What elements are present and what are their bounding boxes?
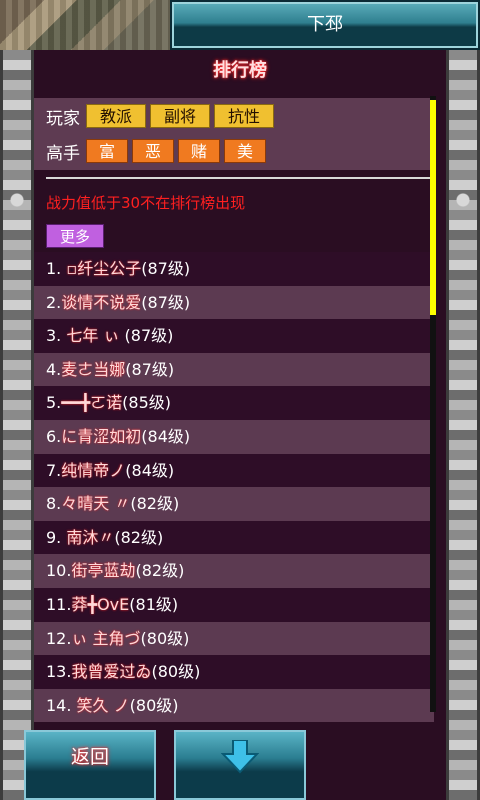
player-name: 谈情不说爱	[61, 292, 142, 312]
player-level: (84级)	[125, 460, 175, 480]
player-label: 玩家	[46, 109, 80, 129]
ranking-row[interactable]: 4.麦ㄜ当娜(87级)	[34, 352, 434, 387]
player-level: (85级)	[122, 393, 172, 413]
player-name: 莽╋OvE	[71, 594, 130, 614]
ranking-row[interactable]: 3. 七年 ぃ (87级)	[34, 319, 434, 353]
rank-number: 9.	[46, 527, 62, 547]
player-level: (80级)	[129, 695, 179, 715]
player-level: (82级)	[130, 494, 180, 514]
ranking-row[interactable]: 10.街亭蓝劫(82级)	[34, 554, 434, 588]
ranking-row[interactable]: 2.谈情不说爱(87级)	[34, 285, 434, 320]
rank-number: 1.	[46, 259, 62, 278]
rank-number: 10.	[46, 561, 72, 581]
ranking-row[interactable]: 6.に青涩如初(84级)	[34, 419, 434, 454]
rank-number: 12.	[46, 628, 72, 648]
filter-deputy-button[interactable]: 副将	[150, 104, 210, 128]
rank-number: 3.	[46, 326, 62, 346]
player-level: (81级)	[129, 594, 179, 614]
rank-number: 14.	[46, 695, 72, 715]
rank-number: 13.	[46, 662, 72, 682]
player-level: (80级)	[140, 628, 190, 648]
filter-gamble-button[interactable]: 赌	[178, 139, 220, 163]
player-level: (87级)	[124, 326, 174, 346]
ranking-notice: 战力值低于30不在排行榜出现	[46, 194, 246, 212]
player-name: 我曾爱过ゐ	[71, 662, 152, 682]
player-name: ━━╋ㄛ诺	[61, 393, 123, 413]
more-button[interactable]: 更多	[46, 224, 104, 248]
rank-number: 2.	[46, 292, 62, 312]
divider	[46, 177, 432, 179]
rank-number: 6.	[46, 426, 62, 446]
player-name: 麦ㄜ当娜	[61, 359, 126, 379]
ranking-row[interactable]: 7.纯情帝ノ(84级)	[34, 453, 434, 488]
back-button-label: 返回	[70, 746, 109, 768]
player-level: (80级)	[151, 662, 201, 682]
ranking-row[interactable]: 8.々晴天 〃(82级)	[34, 487, 434, 521]
filter-evil-button[interactable]: 恶	[132, 139, 174, 163]
ranking-row[interactable]: 1. ▫纤尘公子(87级)	[34, 252, 434, 286]
scrollbar-thumb[interactable]	[430, 100, 436, 315]
back-button[interactable]: 返回	[24, 730, 156, 800]
filter-beauty-button[interactable]: 美	[224, 139, 266, 163]
player-name: ▫纤尘公子	[66, 259, 142, 278]
ranking-row[interactable]: 5.━━╋ㄛ诺(85级)	[34, 386, 434, 420]
player-level: (82级)	[135, 561, 185, 581]
rank-number: 7.	[46, 460, 62, 480]
ranking-row[interactable]: 11.莽╋OvE(81级)	[34, 587, 434, 622]
filter-sect-button[interactable]: 教派	[86, 104, 146, 128]
right-ornament-border	[446, 50, 480, 800]
player-name: 纯情帝ノ	[61, 460, 126, 480]
player-level: (84级)	[141, 426, 191, 446]
ranking-row[interactable]: 12.ぃ 主角づ(80级)	[34, 621, 434, 656]
panel-content: 排行榜 玩家 教派 副将 抗性 高手 富 恶 赌 美 战力值低于30不在排行榜出…	[34, 0, 446, 800]
ranking-list: 1. ▫纤尘公子(87级) 2.谈情不说爱(87级) 3. 七年 ぃ (87级)…	[34, 252, 434, 723]
player-name: ぃ 主角づ	[71, 628, 141, 648]
master-label: 高手	[46, 144, 80, 164]
ranking-row[interactable]: 13.我曾爱过ゐ(80级)	[34, 655, 434, 689]
filter-rich-button[interactable]: 富	[86, 139, 128, 163]
rank-number: 5.	[46, 393, 62, 413]
left-ornament-border	[0, 50, 34, 800]
rank-number: 11.	[46, 594, 72, 614]
scroll-down-button[interactable]	[174, 730, 306, 800]
player-level: (82级)	[114, 527, 164, 547]
player-level: (87级)	[141, 259, 191, 278]
ranking-row[interactable]: 14. 笑久 ノ(80级)	[34, 688, 434, 723]
player-level: (87级)	[125, 359, 175, 379]
rank-number: 4.	[46, 359, 62, 379]
player-name: 街亭蓝劫	[71, 561, 136, 581]
player-name: 々晴天 〃	[61, 494, 131, 514]
player-name: 笑久 ノ	[76, 695, 130, 715]
player-name: 南沐〃	[66, 527, 115, 547]
player-name: に青涩如初	[61, 426, 142, 446]
ranking-title: 排行榜	[213, 60, 267, 81]
down-arrow-icon	[221, 740, 259, 774]
player-level: (87级)	[141, 292, 191, 312]
rank-number: 8.	[46, 494, 62, 514]
ranking-row[interactable]: 9. 南沐〃(82级)	[34, 520, 434, 555]
player-name: 七年 ぃ	[66, 326, 120, 346]
filter-resistance-button[interactable]: 抗性	[214, 104, 274, 128]
